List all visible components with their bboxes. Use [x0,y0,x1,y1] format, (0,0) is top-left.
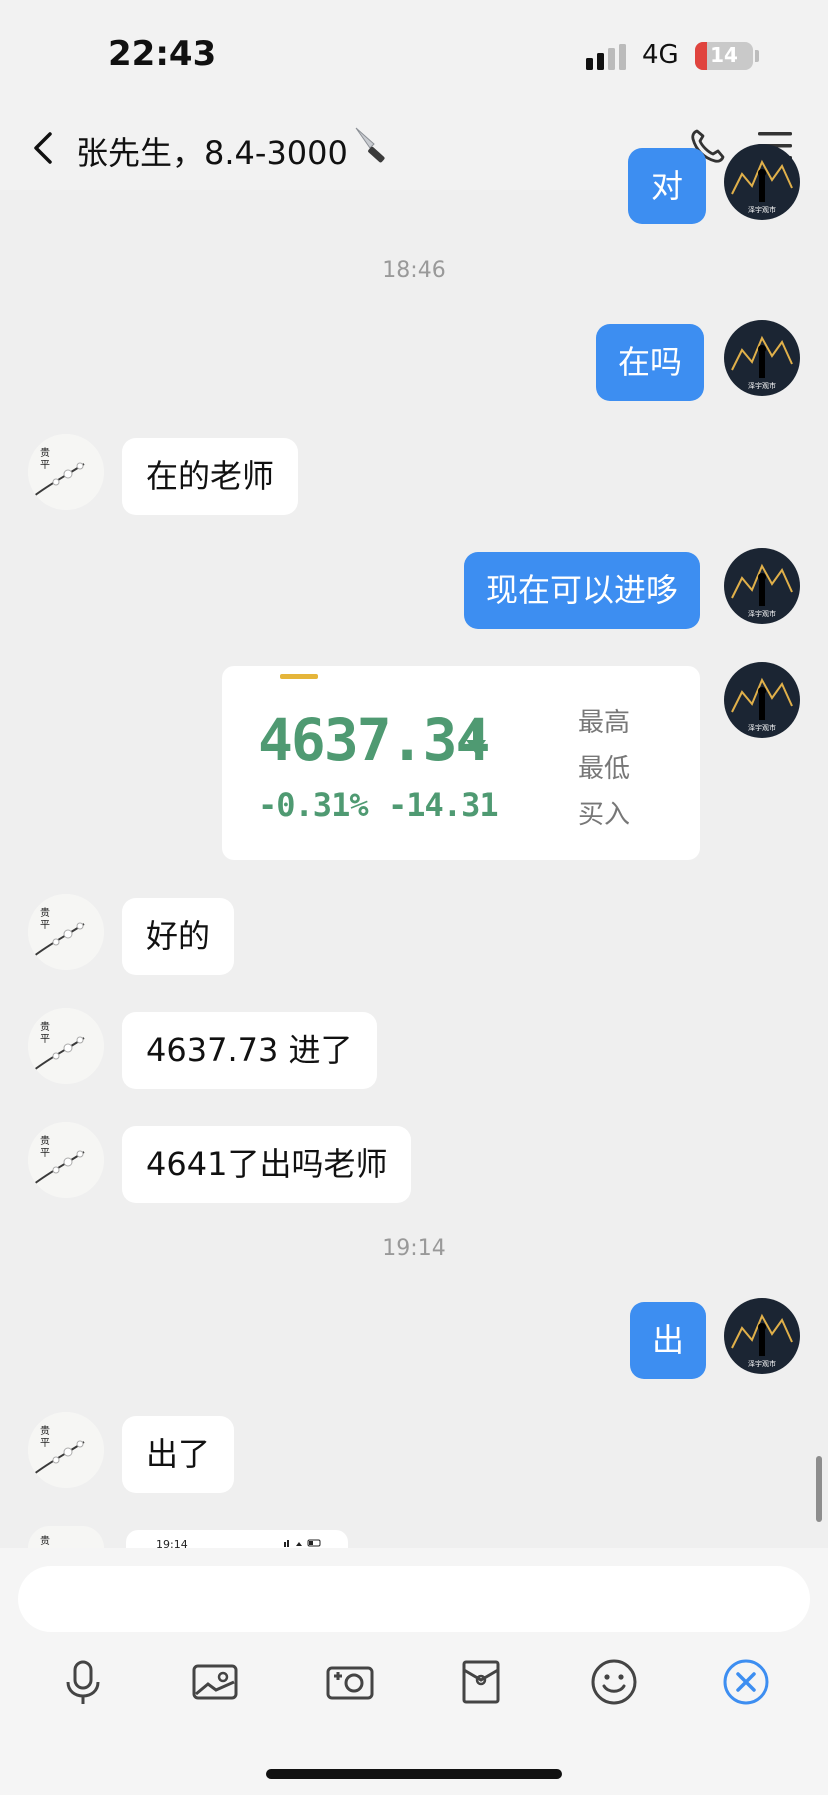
svg-text:贵: 贵 [40,1424,50,1437]
message-bubble-incoming[interactable]: 4641了出吗老师 [122,1126,412,1203]
avatar[interactable]: 泽宇观市 [724,320,800,396]
svg-text:平: 平 [40,460,50,471]
svg-text:泽宇观市: 泽宇观市 [748,381,776,390]
svg-text:贵: 贵 [40,1534,50,1547]
message-bubble-incoming[interactable]: 在的老师 [122,438,299,515]
emoji-icon[interactable] [588,1656,640,1708]
message-bubble-outgoing[interactable]: 出 [630,1302,706,1379]
message-bubble-outgoing[interactable]: 在吗 [596,324,705,401]
svg-text:贵: 贵 [40,446,50,459]
home-indicator[interactable] [266,1769,562,1779]
avatar[interactable]: 贵 [28,1526,104,1548]
message-bubble-incoming[interactable]: 4637.73 进了 [122,1012,377,1089]
svg-text:平: 平 [40,920,50,931]
avatar[interactable]: 贵 平 [28,1008,104,1084]
avatar[interactable]: 泽宇观市 [724,144,800,220]
active-tab-indicator [280,674,318,679]
svg-text:贵: 贵 [40,1134,50,1147]
close-circle-icon[interactable] [720,1656,772,1708]
svg-text:泽宇观市: 泽宇观市 [748,1359,776,1368]
stock-label-buy: 买入 [578,800,631,830]
timestamp: 19:14 [382,1236,446,1261]
chat-title: 张先生，8.4-3000 [76,134,348,172]
avatar[interactable]: 泽宇观市 [724,548,800,624]
battery-nub [755,50,759,62]
message-bubble-outgoing[interactable]: 对 [628,148,706,224]
avatar[interactable]: 贵 平 [28,434,104,510]
stock-quote-image[interactable]: 4637.34 -0.31% -14.31 最高 最低 买入 [222,666,700,860]
back-chevron-icon[interactable] [30,128,60,168]
red-packet-icon[interactable] [456,1656,508,1708]
camera-icon[interactable] [324,1656,376,1708]
svg-text:贵: 贵 [40,906,50,919]
svg-text:贵: 贵 [40,1020,50,1033]
svg-text:泽宇观市: 泽宇观市 [748,205,776,214]
message-bubble-incoming[interactable]: 好的 [122,898,235,975]
battery-icon: 14 [695,42,753,70]
stock-label-low: 最低 [578,754,631,784]
svg-text:平: 平 [40,1148,50,1159]
network-type: 4G [642,40,679,70]
stock-label-high: 最高 [578,708,631,738]
svg-text:平: 平 [40,1034,50,1045]
message-bubble-outgoing[interactable]: 现在可以进哆 [464,552,701,629]
timestamp: 18:46 [382,258,446,283]
avatar[interactable]: 贵 平 [28,894,104,970]
avatar[interactable]: 贵 平 [28,1122,104,1198]
avatar[interactable]: 泽宇观市 [724,1298,800,1374]
scrollbar[interactable] [816,1456,822,1522]
stock-price: 4637.34 [258,706,490,774]
microphone-icon[interactable] [57,1656,109,1708]
down-arrow-icon [466,726,486,754]
avatar[interactable]: 贵 平 [28,1412,104,1488]
status-time: 22:43 [108,34,217,74]
signal-icon [586,44,626,70]
status-bar: 22:43 4G 14 [0,0,828,110]
svg-text:泽宇观市: 泽宇观市 [748,723,776,732]
knife-emoji-icon [355,127,385,163]
message-bubble-incoming[interactable]: 出了 [122,1416,235,1493]
screenshot-status-icons [284,1539,321,1547]
svg-text:泽宇观市: 泽宇观市 [748,609,776,618]
photo-icon[interactable] [190,1656,242,1708]
stock-change-value: -14.31 [388,786,499,824]
composer [0,1548,828,1795]
battery-percent: 14 [710,43,738,67]
message-input[interactable] [18,1566,810,1632]
avatar[interactable]: 泽宇观市 [724,662,800,738]
svg-text:平: 平 [40,1438,50,1449]
stock-change-percent: -0.31% [258,786,369,824]
